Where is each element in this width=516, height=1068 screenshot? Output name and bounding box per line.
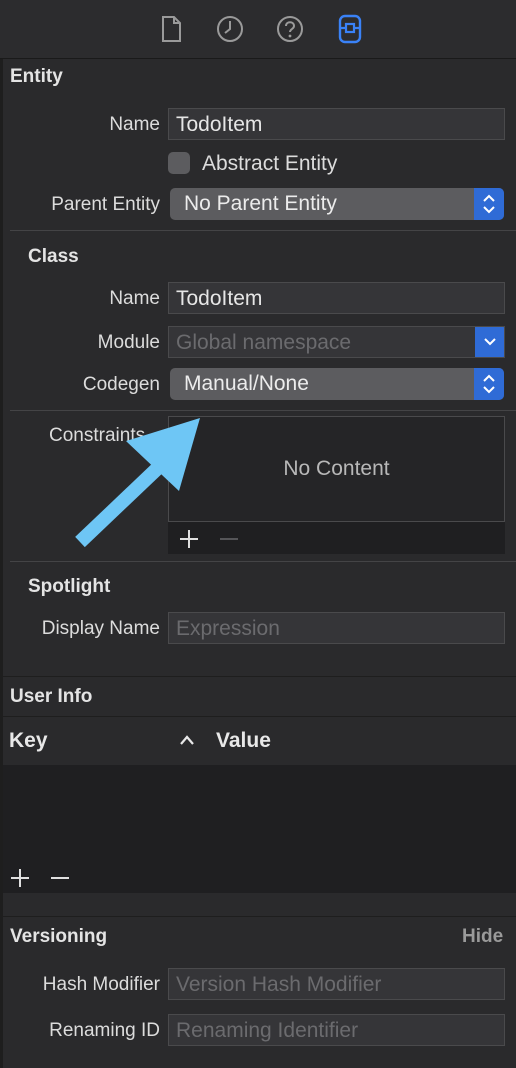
sort-ascending-icon[interactable] <box>179 733 195 751</box>
divider <box>10 230 516 231</box>
abstract-entity-checkbox[interactable] <box>168 152 190 174</box>
annotation-arrow <box>75 418 200 548</box>
module-combo-field[interactable]: Global namespace <box>168 326 505 358</box>
history-icon[interactable] <box>214 13 246 45</box>
divider <box>3 676 516 677</box>
up-down-chevron-icon <box>474 188 504 220</box>
display-name-field[interactable]: Expression <box>168 612 505 644</box>
class-section-title: Class <box>28 246 79 267</box>
user-info-table[interactable] <box>3 765 516 893</box>
module-placeholder: Global namespace <box>176 331 352 354</box>
up-down-chevron-icon <box>474 368 504 400</box>
remove-user-info-button[interactable] <box>49 867 71 894</box>
user-info-table-header: Key Value <box>3 716 516 766</box>
class-name-label: Name <box>109 288 160 309</box>
chevron-down-icon[interactable] <box>475 327 504 357</box>
hash-modifier-label: Hash Modifier <box>42 974 160 995</box>
entity-section-title: Entity <box>10 66 63 87</box>
divider <box>3 916 516 917</box>
remove-constraint-button[interactable] <box>218 528 240 555</box>
codegen-value: Manual/None <box>184 372 309 395</box>
data-model-inspector-icon[interactable] <box>334 13 366 45</box>
inspector-tab-bar <box>0 0 516 59</box>
add-user-info-button[interactable] <box>9 867 31 894</box>
display-name-label: Display Name <box>41 618 160 639</box>
module-label: Module <box>97 332 160 353</box>
renaming-id-label: Renaming ID <box>49 1020 160 1041</box>
value-column-header[interactable]: Value <box>216 729 271 753</box>
entity-name-label: Name <box>109 114 160 135</box>
divider <box>10 561 516 562</box>
user-info-section-title: User Info <box>10 686 93 707</box>
renaming-id-field[interactable]: Renaming Identifier <box>168 1014 505 1046</box>
hide-button[interactable]: Hide <box>462 926 503 948</box>
abstract-entity-label: Abstract Entity <box>202 152 338 175</box>
entity-name-field[interactable]: TodoItem <box>168 108 505 140</box>
versioning-section-title: Versioning <box>10 926 108 947</box>
hash-modifier-field[interactable]: Version Hash Modifier <box>168 968 505 1000</box>
help-icon[interactable] <box>274 13 306 45</box>
parent-entity-value: No Parent Entity <box>184 192 337 215</box>
parent-entity-popup[interactable]: No Parent Entity <box>170 188 504 220</box>
file-inspector-icon[interactable] <box>155 13 187 45</box>
key-column-header[interactable]: Key <box>9 729 48 753</box>
codegen-popup[interactable]: Manual/None <box>170 368 504 400</box>
codegen-label: Codegen <box>82 374 160 395</box>
window-edge <box>0 0 3 1068</box>
parent-entity-label: Parent Entity <box>51 194 160 215</box>
class-name-field[interactable]: TodoItem <box>168 282 505 314</box>
spotlight-section-title: Spotlight <box>28 576 111 597</box>
